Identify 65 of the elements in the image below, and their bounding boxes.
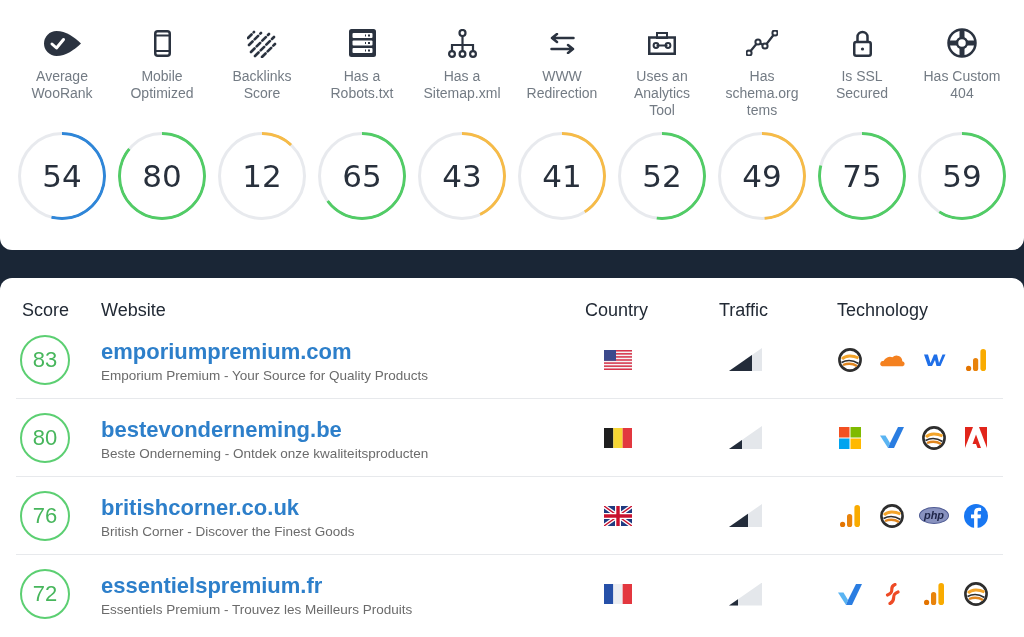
belgian-flag-icon (604, 427, 632, 448)
bar-chart-icon (966, 348, 986, 371)
us-flag-icon (604, 349, 632, 370)
bar-chart-icon (840, 504, 860, 527)
phone-icon (153, 29, 171, 57)
metric-label: Uses an Analytics Tool (633, 68, 691, 119)
column-header: Technology (837, 300, 929, 320)
ring-logo-icon (838, 347, 862, 372)
column-header: Traffic (719, 300, 768, 320)
gauge-value: 75 (842, 157, 882, 195)
score-indicator: 83 (20, 334, 70, 385)
gauge-value: 54 (42, 157, 82, 195)
padlock-icon (852, 29, 872, 57)
french-flag-icon (604, 584, 632, 604)
gauge-value: 49 (742, 157, 782, 195)
logo-badge: php (919, 507, 949, 524)
score-indicator: 80 (20, 412, 70, 463)
gauge-value: 12 (242, 157, 282, 195)
metric-label: Has Custom 404 (922, 68, 1002, 102)
website-link[interactable]: essentielspremium.fr (101, 573, 323, 599)
bar-chart-icon (924, 583, 944, 605)
gauge-value: 65 (342, 157, 382, 195)
gauge-value: 80 (142, 157, 182, 195)
server-icon (348, 29, 376, 57)
four-squares-icon (839, 426, 861, 449)
metric-label: Average WooRank (30, 68, 94, 102)
column-header: Website (101, 300, 166, 320)
gauge-value: 52 (642, 157, 682, 195)
check-badge-icon (43, 30, 81, 56)
f-logo-icon (964, 503, 988, 528)
check-logo-icon (838, 583, 862, 605)
gauge-value: 43 (442, 157, 482, 195)
diagonal-stripes-icon (247, 28, 277, 58)
gauge-value: 41 (542, 157, 582, 195)
website-description: Beste Onderneming - Ontdek onze kwaliteitsproducten (101, 444, 429, 463)
metric-label: Backlinks Score (231, 68, 293, 102)
uk-flag-icon (604, 505, 632, 526)
line-graph-icon (746, 30, 778, 56)
score-indicator: 72 (20, 569, 70, 619)
column-header: Score (22, 300, 70, 320)
check-logo-icon (880, 427, 904, 448)
metric-label: Mobile Optimized (129, 68, 195, 102)
website-description: British Corner - Discover the Finest Goods (101, 522, 355, 541)
metric-label: Has a Robots.txt (329, 68, 395, 102)
w-logo-icon (922, 352, 946, 367)
ring-logo-icon (880, 503, 904, 528)
gauge-value: 59 (942, 157, 982, 195)
website-link[interactable]: emporiumpremium.com (101, 338, 352, 365)
score-indicator: 76 (20, 490, 70, 541)
metric-label: Has schema.org tems (724, 68, 800, 119)
metric-label: Is SSL Secured (834, 68, 890, 102)
website-description: Essentiels Premium - Trouvez les Meilleurs Produits (101, 601, 413, 619)
swap-arrows-icon (549, 32, 575, 54)
metric-label: WWW Redirection (525, 68, 599, 102)
website-link[interactable]: bestevonderneming.be (101, 416, 342, 443)
sitemap-icon (447, 28, 477, 58)
metric-label: Has a Sitemap.xml (422, 68, 502, 102)
column-header: Country (585, 300, 649, 320)
ring-logo-icon (964, 582, 988, 606)
website-link[interactable]: britishcorner.co.uk (101, 494, 300, 521)
ring-logo-icon (922, 425, 946, 450)
lifebuoy-icon (947, 28, 977, 58)
toolbox-icon (648, 31, 676, 55)
website-description: Emporium Premium - Your Source for Quality Products (101, 366, 429, 385)
a-logo-icon (965, 427, 987, 448)
